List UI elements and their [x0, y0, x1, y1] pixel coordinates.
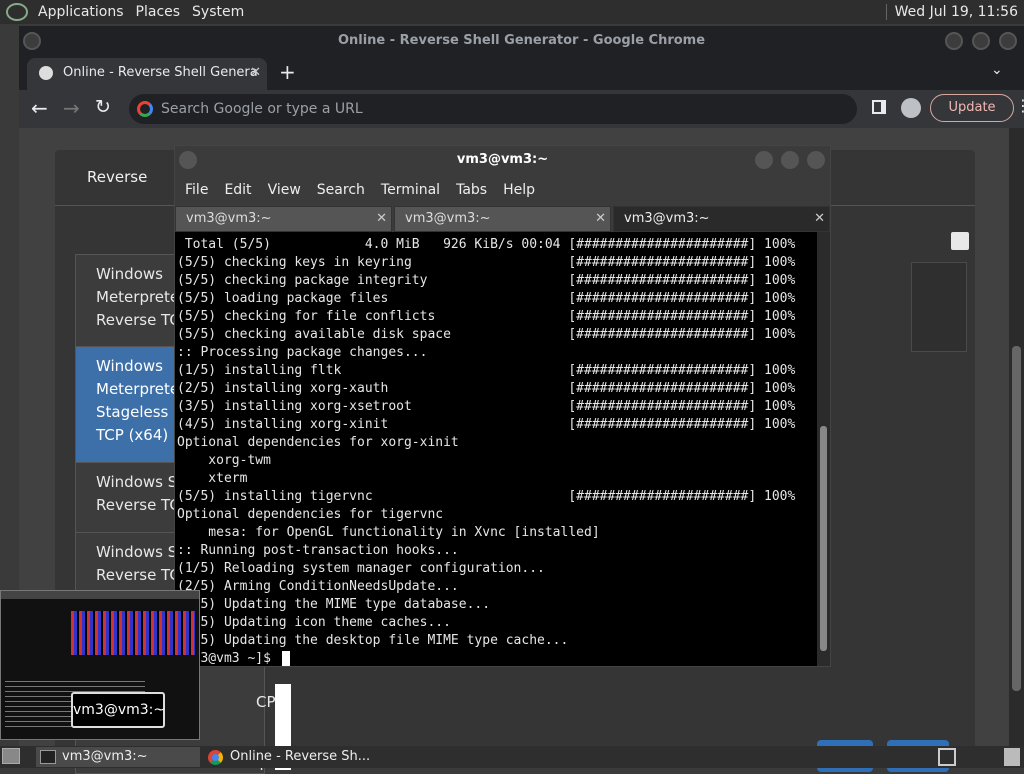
terminal-line: Optional dependencies for xorg-xinit	[177, 435, 459, 450]
terminal-line: (3/5) installing xorg-xsetroot [########…	[177, 399, 796, 414]
menu-help[interactable]: Help	[495, 182, 543, 198]
terminal-line: xorg-twm	[177, 453, 271, 468]
taskbar-item-terminal[interactable]: vm3@vm3:~	[36, 747, 200, 767]
menu-file[interactable]: File	[177, 182, 216, 198]
back-arrow-icon[interactable]: ←	[31, 96, 48, 120]
terminal-line: (5/5) installing tigervnc [#############…	[177, 489, 796, 504]
terminal-tab-label: vm3@vm3:~	[186, 211, 272, 226]
terminal-line: (4/5) Updating icon theme caches...	[177, 615, 451, 630]
terminal-line: (1/5) installing fltk [#################…	[177, 363, 796, 378]
browser-toolbar: ← → ↻ Search Google or type a URL Update…	[19, 90, 1024, 128]
browser-tab-title: Online - Reverse Shell Genera	[63, 65, 258, 80]
taskbar-item-label: vm3@vm3:~	[62, 749, 148, 764]
show-desktop-icon[interactable]	[2, 748, 20, 764]
maximize-button[interactable]	[972, 32, 990, 50]
terminal-line: Total (5/5) 4.0 MiB 926 KiB/s 00:04 [###…	[177, 237, 796, 252]
terminal-line: xterm	[177, 471, 248, 486]
tab-close-icon[interactable]: ✕	[595, 207, 606, 231]
terminal-tab-bar: vm3@vm3:~ ✕ vm3@vm3:~ ✕ vm3@vm3:~ ✕	[175, 204, 830, 232]
menu-system[interactable]: System	[186, 4, 250, 20]
omnibox-placeholder: Search Google or type a URL	[161, 101, 363, 117]
minimize-button[interactable]	[945, 32, 963, 50]
terminal-line: Optional dependencies for tigervnc	[177, 507, 444, 522]
terminal-line: :: Processing package changes...	[177, 345, 428, 360]
menu-edit[interactable]: Edit	[216, 182, 259, 198]
terminal-window-menu-button[interactable]	[179, 151, 197, 169]
menu-applications[interactable]: Applications	[32, 4, 130, 20]
google-g-icon	[137, 101, 153, 117]
menu-search[interactable]: Search	[309, 182, 373, 198]
terminal-line: (2/5) installing xorg-xauth [###########…	[177, 381, 796, 396]
terminal-title: vm3@vm3:~	[175, 146, 830, 176]
preview-titlebar	[1, 591, 199, 599]
window-menu-button[interactable]	[23, 32, 41, 50]
workspace-switcher-icon[interactable]	[938, 748, 956, 766]
menu-view[interactable]: View	[260, 182, 309, 198]
page-scrollbar-thumb[interactable]	[1012, 346, 1021, 691]
tab-search-chevron-icon[interactable]: ⌄	[991, 62, 1003, 78]
terminal-line: (3/5) Updating the MIME type database...	[177, 597, 491, 612]
window-preview-label: vm3@vm3:~	[71, 692, 165, 728]
partial-list-text: CP	[256, 693, 276, 711]
taskbar-item-chrome[interactable]: Online - Reverse Sh...	[204, 747, 404, 767]
terminal-close-button[interactable]	[807, 151, 825, 169]
chrome-tab-strip: Online - Reverse Shell Genera ✕ + ⌄	[19, 56, 1024, 90]
preview-ascii-art	[71, 611, 195, 655]
reload-icon[interactable]: ↻	[95, 96, 111, 118]
bottom-taskbar: vm3@vm3:~ Online - Reverse Sh...	[0, 746, 1024, 768]
terminal-minimize-button[interactable]	[755, 151, 773, 169]
terminal-line: (5/5) checking available disk space [###…	[177, 327, 796, 342]
distro-logo-icon[interactable]	[6, 3, 28, 21]
omnibox[interactable]: Search Google or type a URL	[129, 94, 857, 124]
menu-tabs[interactable]: Tabs	[448, 182, 495, 198]
terminal-scrollbar-thumb[interactable]	[820, 426, 827, 651]
profile-avatar-icon[interactable]	[901, 98, 921, 118]
menu-terminal[interactable]: Terminal	[373, 182, 448, 198]
terminal-icon	[40, 750, 56, 764]
terminal-tab[interactable]: vm3@vm3:~ ✕	[175, 206, 392, 232]
terminal-line: (1/5) Reloading system manager configura…	[177, 561, 545, 576]
taskbar-item-label: Online - Reverse Sh...	[230, 749, 371, 764]
forward-arrow-icon[interactable]: →	[63, 96, 80, 120]
clock[interactable]: Wed Jul 19, 11:56	[885, 4, 1024, 20]
terminal-line: (5/5) checking for file conflicts [#####…	[177, 309, 796, 324]
close-window-button[interactable]	[999, 32, 1017, 50]
terminal-window: vm3@vm3:~ File Edit View Search Terminal…	[174, 145, 831, 667]
terminal-line: (4/5) installing xorg-xinit [###########…	[177, 417, 796, 432]
terminal-maximize-button[interactable]	[781, 151, 799, 169]
tab-close-icon[interactable]: ✕	[376, 207, 387, 231]
terminal-menubar: File Edit View Search Terminal Tabs Help	[175, 176, 830, 204]
code-output-box	[911, 262, 967, 352]
terminal-tab-label: vm3@vm3:~	[624, 211, 710, 226]
tab-close-icon[interactable]: ✕	[250, 58, 261, 88]
menu-places[interactable]: Places	[130, 4, 187, 20]
chrome-window-title: Online - Reverse Shell Generator - Googl…	[19, 26, 1024, 56]
terminal-line: (5/5) loading package files [###########…	[177, 291, 796, 306]
terminal-line: :: Running post-transaction hooks...	[177, 543, 459, 558]
update-button[interactable]: Update	[930, 94, 1014, 122]
terminal-cursor	[282, 651, 290, 666]
terminal-tab-label: vm3@vm3:~	[405, 211, 491, 226]
terminal-line: (5/5) Updating the desktop file MIME typ…	[177, 633, 569, 648]
tab-close-icon[interactable]: ✕	[814, 207, 825, 231]
trash-icon[interactable]	[1004, 748, 1020, 766]
terminal-line: (5/5) checking keys in keyring [########…	[177, 255, 796, 270]
top-panel: Applications Places System Wed Jul 19, 1…	[0, 0, 1024, 24]
terminal-line: mesa: for OpenGL functionality in Xvnc […	[177, 525, 600, 540]
terminal-tab[interactable]: vm3@vm3:~ ✕	[394, 206, 611, 232]
chrome-icon	[208, 750, 223, 765]
chrome-menu-icon[interactable]: ⋮	[1015, 96, 1024, 115]
terminal-tab-active[interactable]: vm3@vm3:~ ✕	[613, 206, 830, 232]
terminal-output[interactable]: Total (5/5) 4.0 MiB 926 KiB/s 00:04 [###…	[175, 232, 817, 666]
save-disk-icon[interactable]	[951, 232, 969, 250]
terminal-line: (5/5) checking package integrity [######…	[177, 273, 796, 288]
terminal-line: (2/5) Arming ConditionNeedsUpdate...	[177, 579, 459, 594]
browser-tab[interactable]: Online - Reverse Shell Genera ✕	[27, 58, 267, 90]
new-tab-button[interactable]: +	[279, 60, 296, 84]
skull-favicon-icon	[39, 66, 53, 80]
side-panel-icon[interactable]	[872, 100, 886, 114]
